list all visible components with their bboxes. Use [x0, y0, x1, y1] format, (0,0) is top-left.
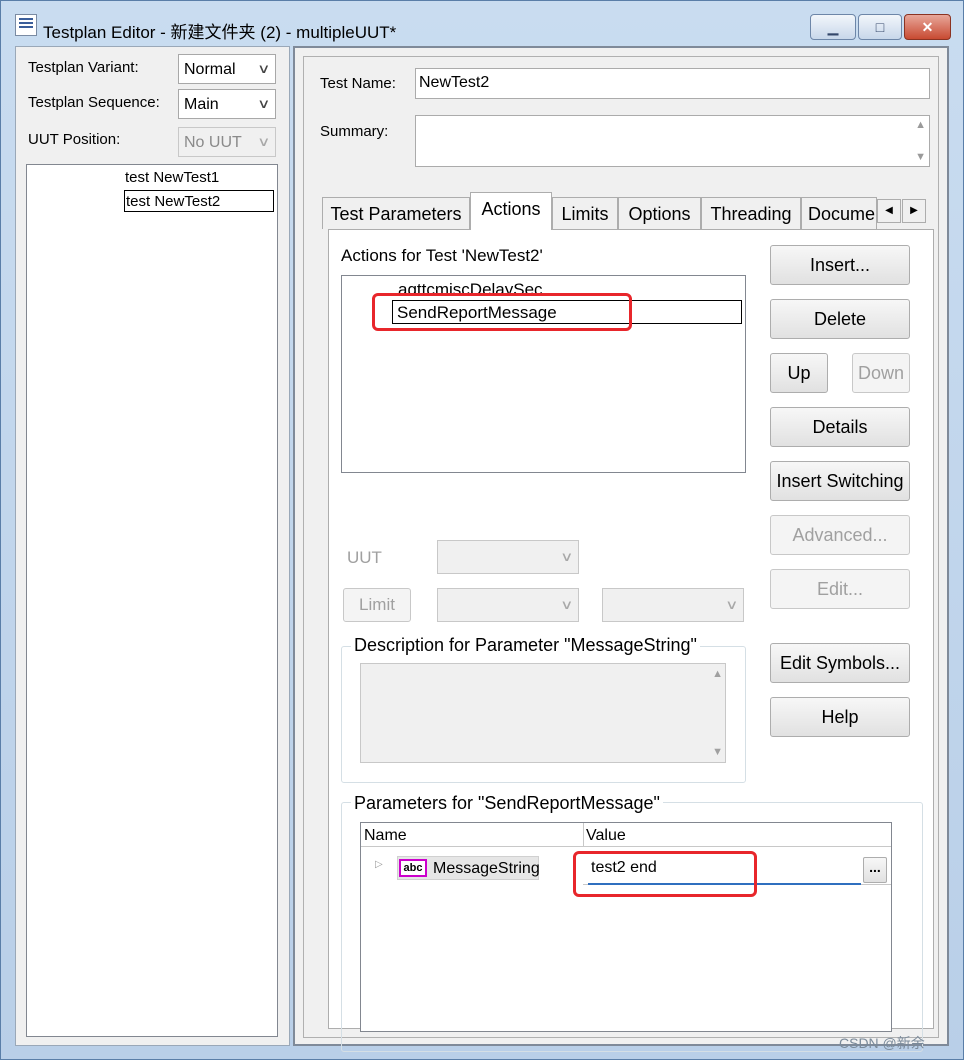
chevron-down-icon: ∨ [257, 96, 271, 111]
test-properties-frame: Test Name: NewTest2 Summary: ▲ ▼ Test Pa… [303, 56, 939, 1052]
delete-button[interactable]: Delete [770, 299, 910, 339]
window-title: Testplan Editor - 新建文件夹 (2) - multipleUU… [43, 23, 397, 42]
scroll-up-icon[interactable]: ▲ [915, 119, 926, 131]
grid-header [361, 823, 891, 847]
testplan-editor-window: Testplan Editor - 新建文件夹 (2) - multipleUU… [0, 0, 964, 1060]
chevron-down-icon: ∨ [725, 597, 739, 612]
uut-dropdown[interactable]: ∨ [437, 540, 579, 574]
tab-documentation[interactable]: Docume [801, 197, 877, 229]
parameters-grid[interactable]: Name Value ▷ abc MessageString test2 end… [360, 822, 892, 1032]
description-group-title: Description for Parameter "MessageString… [351, 635, 700, 656]
limit-button[interactable]: Limit [343, 588, 411, 622]
tab-limits[interactable]: Limits [552, 197, 618, 229]
highlight-annotation [573, 851, 757, 897]
left-panel: Testplan Variant: Normal ∨ Testplan Sequ… [15, 46, 290, 1046]
uut-position-label: UUT Position: [28, 131, 121, 148]
app-icon [15, 14, 37, 36]
tab-scroll-left-icon[interactable]: ◀ [877, 199, 901, 223]
uut-position-value: No UUT [184, 134, 242, 151]
actions-tab-page: Actions for Test 'NewTest2' agttcmiscDel… [328, 229, 934, 1052]
description-text: ▲ ▼ [360, 663, 726, 763]
summary-input[interactable]: ▲ ▼ [415, 115, 930, 167]
chevron-down-icon: ∨ [257, 134, 271, 149]
expand-arrow-icon[interactable]: ▷ [375, 859, 383, 870]
sequence-value: Main [184, 96, 219, 113]
insert-switching-button[interactable]: Insert Switching [770, 461, 910, 501]
uut-label: UUT [347, 548, 382, 567]
chevron-down-icon: ∨ [257, 61, 271, 76]
minimize-button[interactable]: ▁ [810, 14, 856, 40]
tab-scroll-right-icon[interactable]: ▶ [902, 199, 926, 223]
right-panel: Test Name: NewTest2 Summary: ▲ ▼ Test Pa… [293, 46, 949, 1052]
tree-item-newtest1[interactable]: test NewTest1 [124, 167, 219, 189]
edit-button[interactable]: Edit... [770, 569, 910, 609]
help-button[interactable]: Help [770, 697, 910, 737]
summary-label: Summary: [320, 123, 389, 140]
uut-position-dropdown[interactable]: No UUT ∨ [178, 127, 276, 157]
scroll-down-icon[interactable]: ▼ [712, 746, 723, 758]
down-button[interactable]: Down [852, 353, 910, 393]
actions-list[interactable]: agttcmiscDelaySec SendReportMessage [341, 275, 746, 473]
up-button[interactable]: Up [770, 353, 828, 393]
grid-column-divider [583, 823, 584, 847]
edit-symbols-button[interactable]: Edit Symbols... [770, 643, 910, 683]
test-name-input[interactable]: NewTest2 [415, 68, 930, 99]
tab-threading[interactable]: Threading [701, 197, 801, 229]
grid-header-value: Value [586, 827, 626, 844]
scroll-down-icon[interactable]: ▼ [915, 151, 926, 163]
maximize-button[interactable]: □ [858, 14, 902, 40]
variant-value: Normal [184, 61, 236, 78]
grid-header-name: Name [364, 827, 407, 844]
tab-actions[interactable]: Actions [470, 192, 552, 230]
parameters-group-title: Parameters for "SendReportMessage" [351, 793, 663, 814]
limit-dropdown-2[interactable]: ∨ [602, 588, 744, 622]
test-tree[interactable]: test NewTest1 test NewTest2 [26, 164, 278, 1037]
sequence-dropdown[interactable]: Main ∨ [178, 89, 276, 119]
title-bar[interactable]: Testplan Editor - 新建文件夹 (2) - multipleUU… [1, 1, 963, 45]
chevron-down-icon: ∨ [560, 549, 574, 564]
highlight-annotation [372, 293, 632, 331]
close-button[interactable]: ✕ [904, 14, 951, 40]
watermark: CSDN @新余 [839, 1035, 925, 1051]
browse-value-button[interactable]: ... [863, 857, 887, 883]
scroll-up-icon[interactable]: ▲ [712, 668, 723, 680]
advanced-button[interactable]: Advanced... [770, 515, 910, 555]
actions-heading: Actions for Test 'NewTest2' [341, 246, 543, 265]
variant-label: Testplan Variant: [28, 59, 139, 76]
param-name: MessageString [433, 860, 540, 877]
tab-options[interactable]: Options [618, 197, 701, 229]
details-button[interactable]: Details [770, 407, 910, 447]
sequence-label: Testplan Sequence: [28, 94, 160, 111]
chevron-down-icon: ∨ [560, 597, 574, 612]
insert-button[interactable]: Insert... [770, 245, 910, 285]
tab-test-parameters[interactable]: Test Parameters [322, 197, 470, 229]
variant-dropdown[interactable]: Normal ∨ [178, 54, 276, 84]
limit-dropdown-1[interactable]: ∨ [437, 588, 579, 622]
string-type-icon: abc [399, 859, 427, 877]
test-name-label: Test Name: [320, 75, 396, 92]
tree-item-newtest2[interactable]: test NewTest2 [124, 190, 274, 212]
